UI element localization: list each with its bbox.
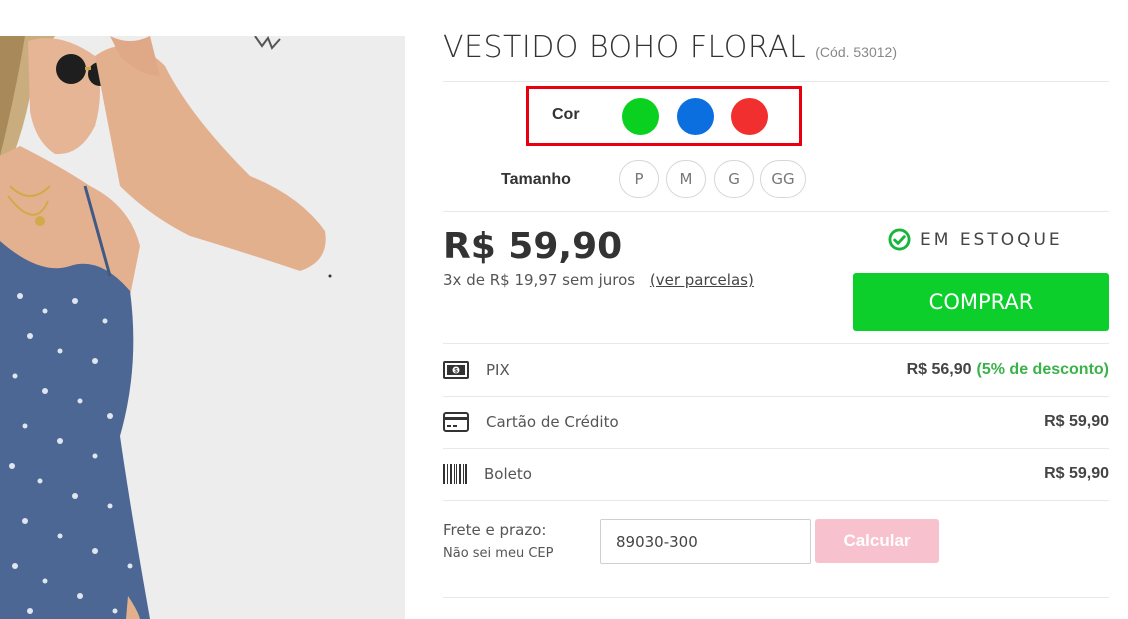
stock-status: EM ESTOQUE [888, 228, 1063, 251]
divider [443, 597, 1109, 598]
payment-row-credit-card: Cartão de Crédito R$ 59,90 [443, 409, 1109, 435]
payment-method-price: R$ 59,90 [1044, 413, 1109, 430]
credit-card-icon [443, 412, 469, 432]
size-label: Tamanho [501, 171, 571, 188]
payment-method-name: PIX [486, 361, 510, 379]
size-option-m[interactable]: M [666, 160, 706, 198]
divider [443, 343, 1109, 344]
cep-input[interactable] [600, 519, 811, 564]
barcode-icon [443, 464, 469, 484]
size-option-gg[interactable]: GG [760, 160, 806, 198]
installments-info: 3x de R$ 19,97 sem juros (ver parcelas) [443, 271, 754, 289]
divider [443, 500, 1109, 501]
product-price: R$ 59,90 [443, 226, 623, 267]
payment-row-boleto: Boleto R$ 59,90 [443, 461, 1109, 487]
cash-icon: $ [443, 360, 469, 380]
payment-row-pix: $ PIX R$ 56,90 (5% de desconto) [443, 357, 1109, 383]
shipping-label: Frete e prazo: [443, 521, 547, 539]
product-title-row: VESTIDO BOHO FLORAL (Cód. 53012) [443, 30, 897, 65]
cep-help-link[interactable]: Não sei meu CEP [443, 546, 553, 561]
product-title: VESTIDO BOHO FLORAL [443, 30, 807, 65]
divider [443, 396, 1109, 397]
product-image[interactable] [0, 36, 405, 619]
color-swatch-green[interactable] [622, 98, 659, 135]
size-option-g[interactable]: G [714, 160, 754, 198]
calculate-shipping-button[interactable]: Calcular [815, 519, 939, 563]
color-swatch-red[interactable] [731, 98, 768, 135]
installments-text: 3x de R$ 19,97 sem juros [443, 271, 636, 289]
payment-discount: (5% de desconto) [976, 361, 1109, 378]
payment-method-name: Boleto [484, 465, 532, 483]
color-label: Cor [552, 106, 580, 123]
product-code: (Cód. 53012) [815, 44, 897, 60]
product-photo-illustration [0, 36, 405, 619]
payment-method-price: R$ 59,90 [1044, 465, 1109, 482]
stock-status-text: EM ESTOQUE [920, 229, 1063, 250]
size-option-p[interactable]: P [619, 160, 659, 198]
check-circle-icon [888, 228, 911, 251]
payment-method-name: Cartão de Crédito [486, 413, 619, 431]
divider [443, 211, 1109, 212]
divider [443, 448, 1109, 449]
payment-method-price: R$ 56,90 [906, 361, 972, 378]
buy-button[interactable]: COMPRAR [853, 273, 1109, 331]
divider [443, 81, 1109, 82]
color-swatch-blue[interactable] [677, 98, 714, 135]
view-installments-link[interactable]: (ver parcelas) [650, 271, 754, 289]
